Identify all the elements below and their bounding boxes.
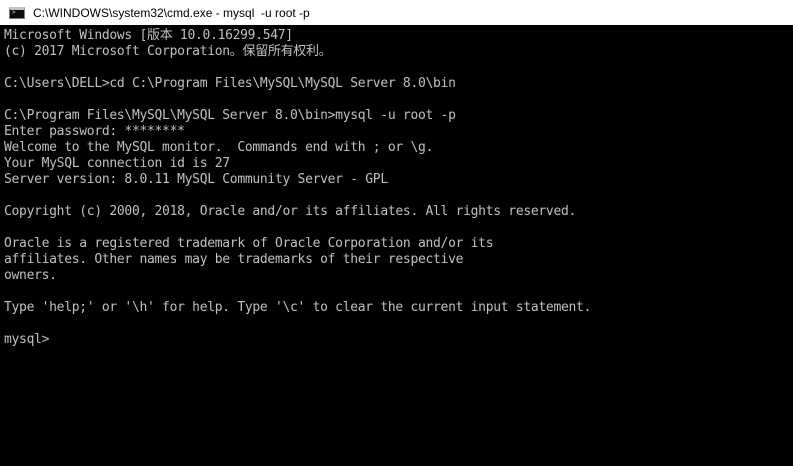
console-line: Microsoft Windows [版本 10.0.16299.547] xyxy=(4,28,293,43)
console-line: Type 'help;' or '\h' for help. Type '\c'… xyxy=(4,300,592,315)
window-title: C:\WINDOWS\system32\cmd.exe - mysql -u r… xyxy=(33,5,310,20)
console-line: affiliates. Other names may be trademark… xyxy=(4,252,464,267)
console-line: C:\Users\DELL>cd C:\Program Files\MySQL\… xyxy=(4,76,456,91)
console-line: Your MySQL connection id is 27 xyxy=(4,156,230,171)
title-bar[interactable]: > C:\WINDOWS\system32\cmd.exe - mysql -u… xyxy=(0,0,793,25)
cmd-window: > C:\WINDOWS\system32\cmd.exe - mysql -u… xyxy=(0,0,793,466)
console-line: Copyright (c) 2000, 2018, Oracle and/or … xyxy=(4,204,577,219)
mysql-prompt[interactable]: mysql> xyxy=(4,332,781,348)
console-line: Oracle is a registered trademark of Orac… xyxy=(4,236,494,251)
console-line: owners. xyxy=(4,268,57,283)
command-prompt-icon[interactable]: > xyxy=(9,6,25,19)
console-line: (c) 2017 Microsoft Corporation。保留所有权利。 xyxy=(4,44,332,59)
console-output[interactable]: Microsoft Windows [版本 10.0.16299.547] (c… xyxy=(0,25,781,466)
console-line: Enter password: ******** xyxy=(4,124,185,139)
scrollbar[interactable] xyxy=(781,25,793,466)
console-line: Server version: 8.0.11 MySQL Community S… xyxy=(4,172,388,187)
console-line: C:\Program Files\MySQL\MySQL Server 8.0\… xyxy=(4,108,456,123)
prompt-mark-icon: > xyxy=(12,8,16,16)
console-line: Welcome to the MySQL monitor. Commands e… xyxy=(4,140,434,155)
